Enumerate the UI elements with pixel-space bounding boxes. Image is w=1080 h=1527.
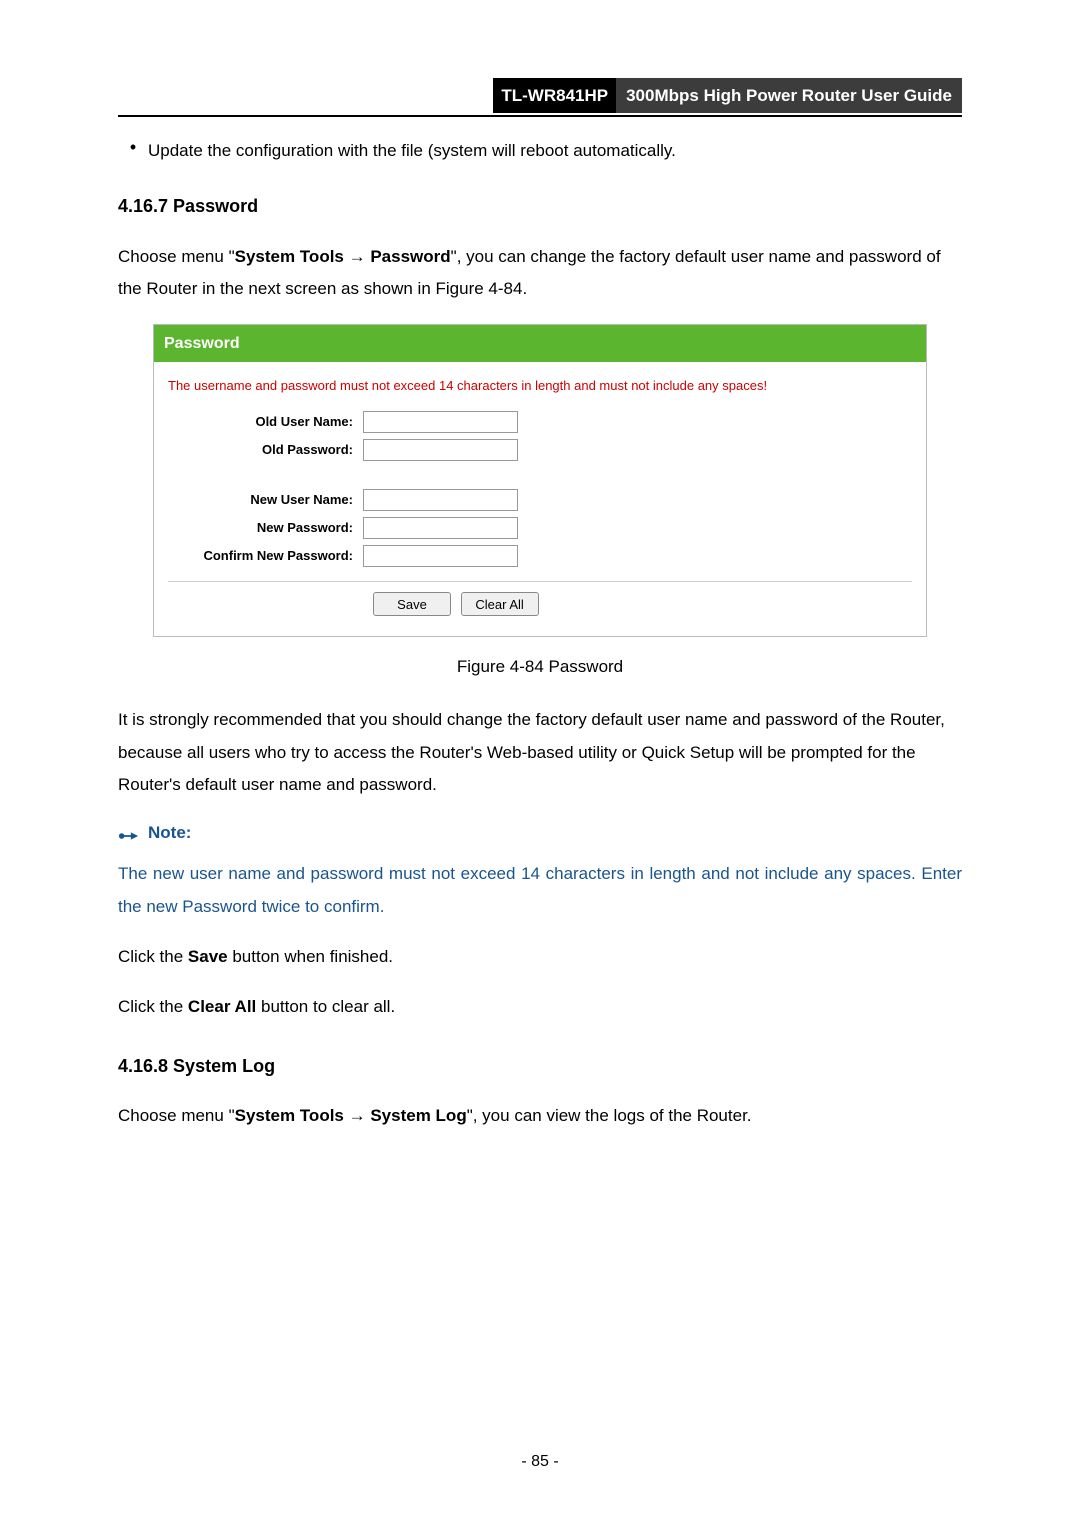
syslog-suffix: ", you can view the logs of the Router.	[467, 1106, 752, 1125]
note-heading: Note:	[118, 819, 962, 846]
pointing-hand-icon	[118, 825, 140, 841]
note-body: The new user name and password must not …	[118, 858, 962, 923]
page-number: - 85 -	[0, 1449, 1080, 1475]
input-confirm-pass[interactable]	[363, 545, 518, 567]
save-button[interactable]: Save	[373, 592, 451, 616]
figure-caption: Figure 4-84 Password	[118, 653, 962, 680]
label-confirm-pass: Confirm New Password:	[168, 546, 363, 567]
save-prefix: Click the	[118, 947, 188, 966]
model-badge: TL-WR841HP	[493, 78, 616, 113]
syslog-bold-systools: System Tools	[235, 1106, 344, 1125]
row-confirm-pass: Confirm New Password:	[168, 545, 912, 567]
intro-prefix: Choose menu "	[118, 247, 235, 266]
label-new-user: New User Name:	[168, 490, 363, 511]
intro-bold-password: Password	[370, 247, 450, 266]
save-suffix: button when finished.	[228, 947, 393, 966]
note-label: Note:	[148, 819, 191, 846]
panel-title: Password	[154, 325, 926, 363]
label-old-pass: Old Password:	[168, 440, 363, 461]
row-old-user: Old User Name:	[168, 411, 912, 433]
form-gap	[168, 467, 912, 489]
password-intro-paragraph: Choose menu "System Tools → Password", y…	[118, 241, 962, 306]
section-heading-syslog: 4.16.8 System Log	[118, 1052, 962, 1081]
clear-instruction: Click the Clear All button to clear all.	[118, 991, 962, 1023]
clear-prefix: Click the	[118, 997, 188, 1016]
syslog-prefix: Choose menu "	[118, 1106, 235, 1125]
intro-arrow: →	[344, 247, 370, 266]
clear-bold: Clear All	[188, 997, 256, 1016]
syslog-intro-paragraph: Choose menu "System Tools → System Log",…	[118, 1100, 962, 1132]
row-new-user: New User Name:	[168, 489, 912, 511]
input-new-pass[interactable]	[363, 517, 518, 539]
save-instruction: Click the Save button when finished.	[118, 941, 962, 973]
section-heading-password: 4.16.7 Password	[118, 192, 962, 221]
panel-body: The username and password must not excee…	[154, 362, 926, 636]
bullet-dot-icon: •	[118, 137, 148, 159]
intro-bold-systools: System Tools	[235, 247, 344, 266]
syslog-arrow: →	[344, 1106, 370, 1125]
save-bold: Save	[188, 947, 228, 966]
panel-warning: The username and password must not excee…	[168, 376, 912, 397]
syslog-bold-syslog: System Log	[370, 1106, 466, 1125]
guide-title: 300Mbps High Power Router User Guide	[616, 78, 962, 113]
clear-all-button[interactable]: Clear All	[461, 592, 539, 616]
label-new-pass: New Password:	[168, 518, 363, 539]
clear-suffix: button to clear all.	[256, 997, 395, 1016]
input-new-user[interactable]	[363, 489, 518, 511]
input-old-user[interactable]	[363, 411, 518, 433]
row-new-pass: New Password:	[168, 517, 912, 539]
label-old-user: Old User Name:	[168, 412, 363, 433]
row-old-pass: Old Password:	[168, 439, 912, 461]
bullet-item: • Update the configuration with the file…	[118, 137, 962, 164]
figure-password-panel: Password The username and password must …	[153, 324, 927, 637]
button-row: Save Clear All	[168, 581, 912, 626]
input-old-pass[interactable]	[363, 439, 518, 461]
recommend-paragraph: It is strongly recommended that you shou…	[118, 704, 962, 801]
page-header: TL-WR841HP 300Mbps High Power Router Use…	[118, 78, 962, 117]
bullet-text: Update the configuration with the file (…	[148, 137, 962, 164]
